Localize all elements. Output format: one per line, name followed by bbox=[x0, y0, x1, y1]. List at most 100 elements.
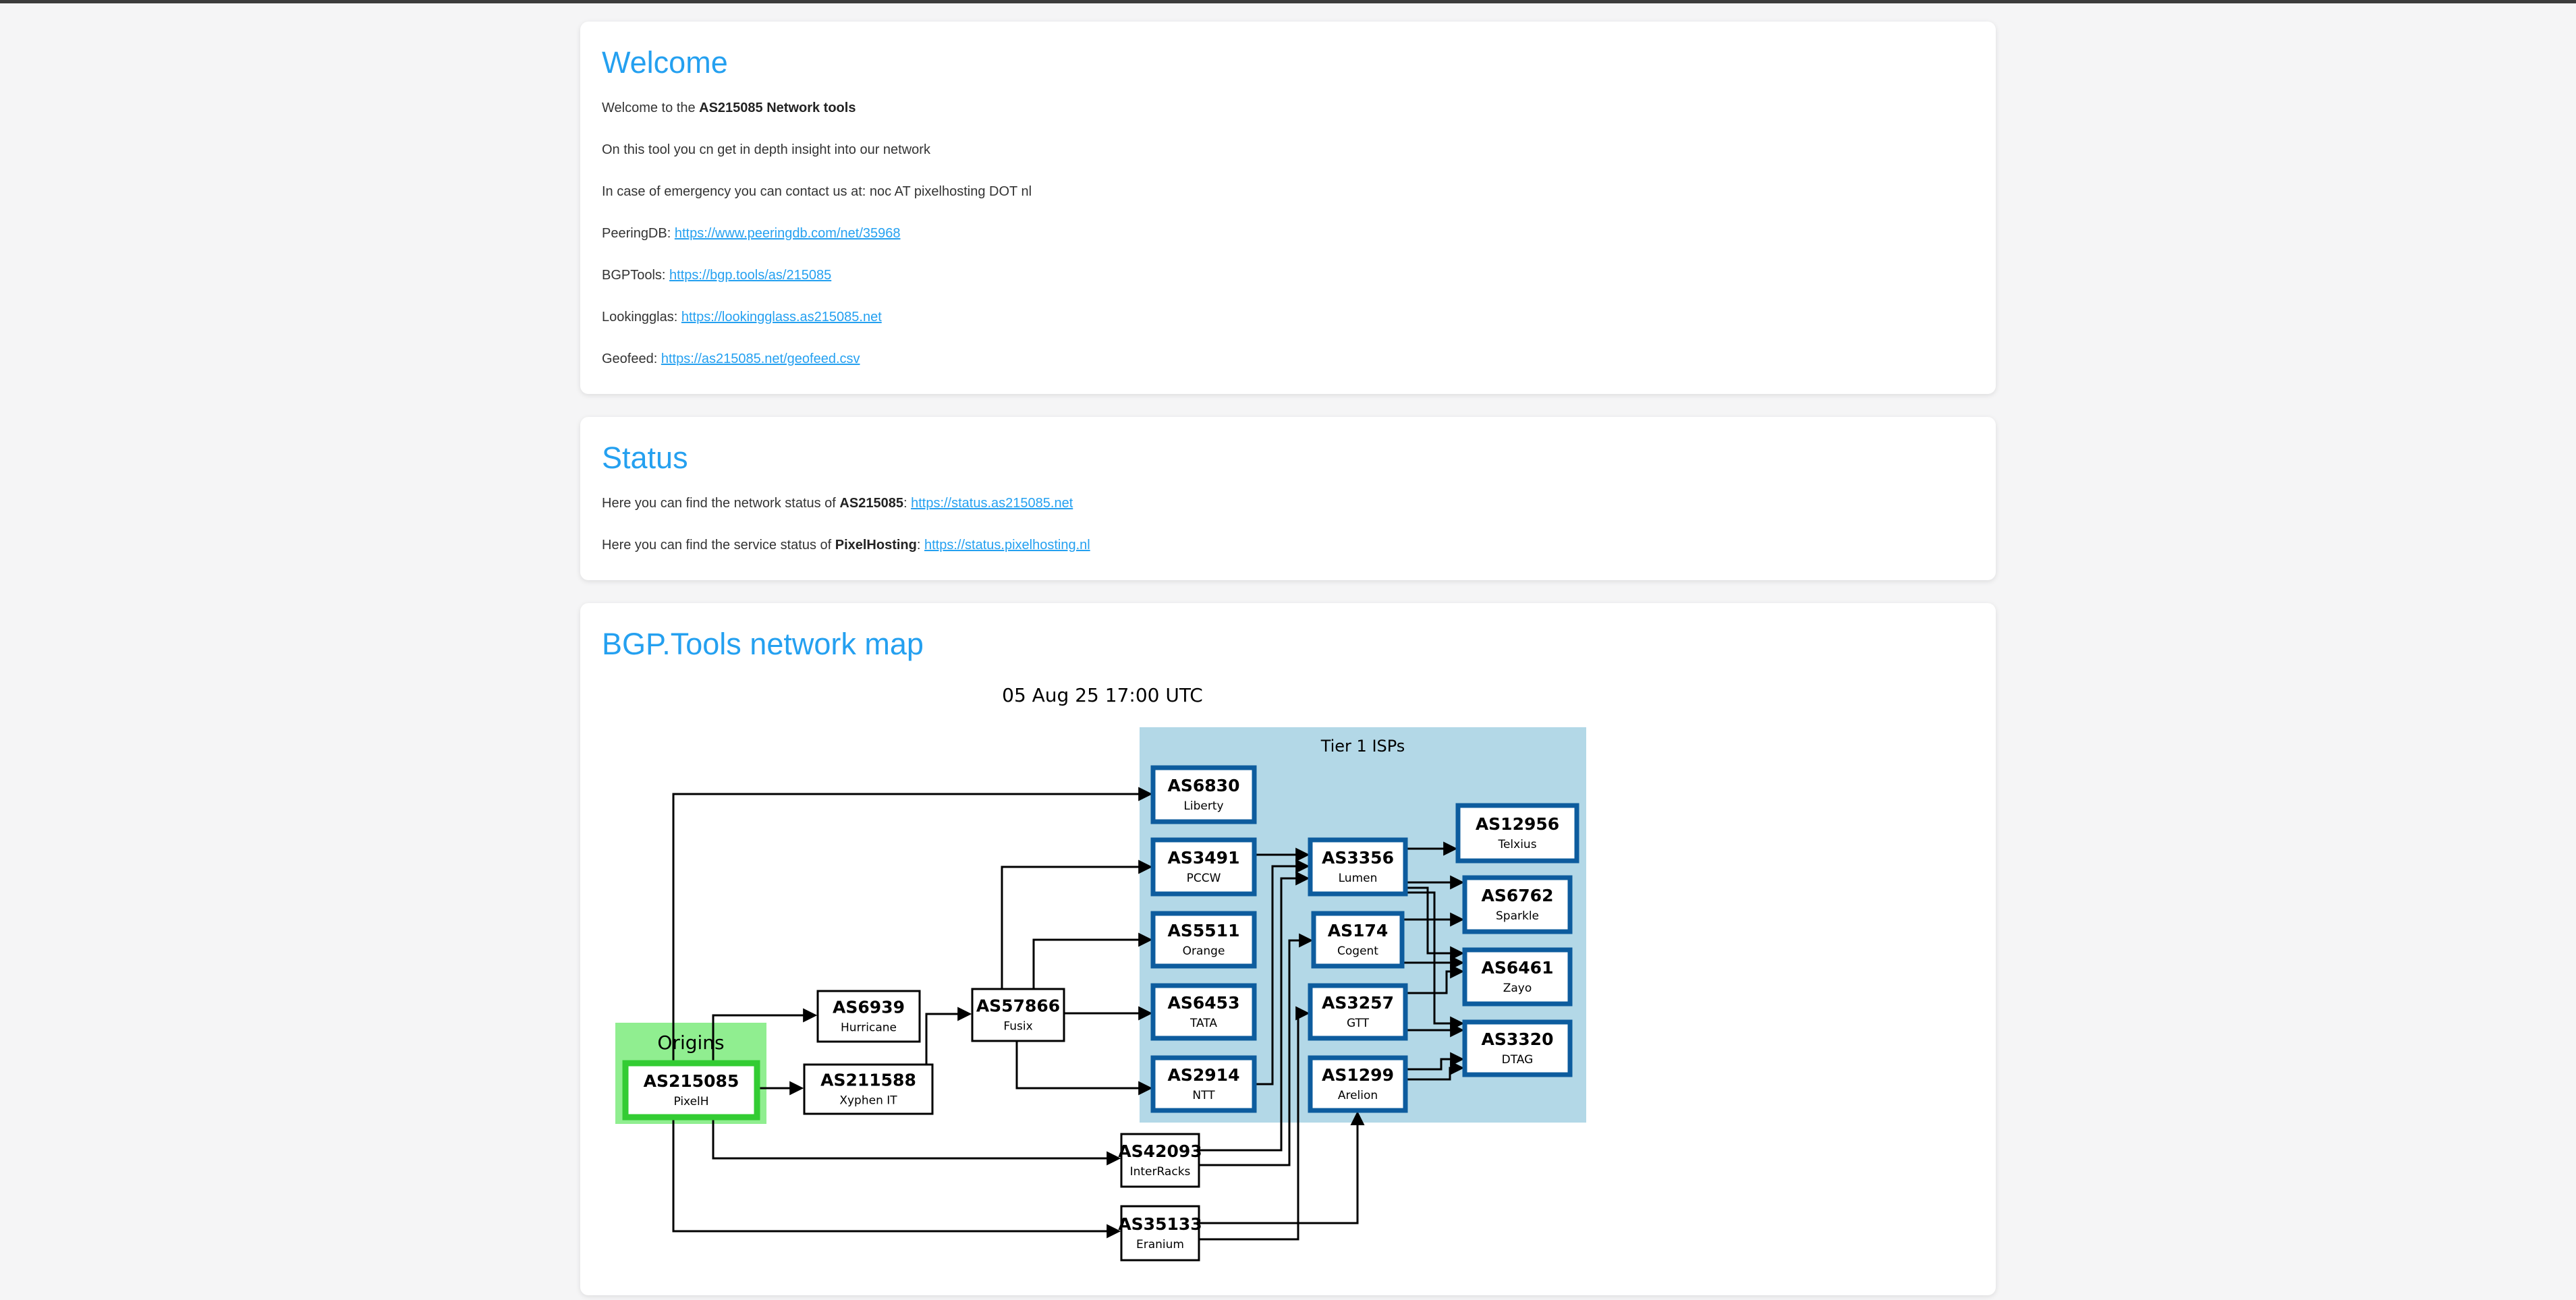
welcome-paragraphs: Welcome to the AS215085 Network tools On … bbox=[602, 100, 1974, 367]
paragraph: Here you can find the network status of … bbox=[602, 495, 1974, 511]
node-org-name: Zayo bbox=[1503, 982, 1532, 995]
node-asn: AS6762 bbox=[1482, 886, 1554, 905]
node-org-name: Fusix bbox=[1003, 1020, 1032, 1034]
node-org-name: Lumen bbox=[1339, 872, 1378, 885]
text: Here you can find the network status of bbox=[602, 496, 839, 511]
text: PeeringDB: bbox=[602, 226, 675, 241]
node-org-name: NTT bbox=[1192, 1089, 1215, 1102]
node-AS3257: AS3257 GTT bbox=[1310, 986, 1405, 1038]
paragraph: PeeringDB: https://www.peeringdb.com/net… bbox=[602, 225, 1974, 242]
link[interactable]: https://lookingglass.as215085.net bbox=[681, 310, 882, 324]
paragraph: BGPTools: https://bgp.tools/as/215085 bbox=[602, 267, 1974, 283]
node-asn: AS6830 bbox=[1168, 776, 1240, 795]
status-title: Status bbox=[602, 440, 1974, 476]
edge-AS57866-to-AS2914 bbox=[1017, 1041, 1150, 1088]
node-asn: AS3257 bbox=[1322, 993, 1394, 1013]
node-asn: AS35133 bbox=[1118, 1214, 1202, 1234]
node-org-name: Telxius bbox=[1497, 838, 1536, 851]
edge-AS57866-to-AS5511 bbox=[1034, 940, 1150, 989]
bold-text: AS215085 bbox=[839, 496, 903, 511]
paragraph: In case of emergency you can contact us … bbox=[602, 183, 1974, 200]
text: Geofeed: bbox=[602, 351, 661, 366]
node-org-name: TATA bbox=[1189, 1017, 1217, 1030]
paragraph: Lookingglas: https://lookingglass.as2150… bbox=[602, 309, 1974, 325]
node-AS1299: AS1299 Arelion bbox=[1310, 1058, 1405, 1110]
top-accent-bar bbox=[0, 0, 2576, 3]
status-paragraphs: Here you can find the network status of … bbox=[602, 495, 1974, 553]
network-map-svg: 05 Aug 25 17:00 UTCTier 1 ISPsOriginsAS2… bbox=[610, 681, 1595, 1265]
link[interactable]: https://bgp.tools/as/215085 bbox=[669, 268, 831, 283]
welcome-card: Welcome Welcome to the AS215085 Network … bbox=[580, 22, 1996, 394]
node-asn: AS5511 bbox=[1168, 921, 1240, 940]
welcome-title: Welcome bbox=[602, 45, 1974, 81]
text: Welcome to the bbox=[602, 101, 699, 115]
link[interactable]: https://as215085.net/geofeed.csv bbox=[661, 351, 860, 366]
node-asn: AS2914 bbox=[1168, 1065, 1240, 1085]
edge-AS57866-to-AS3491 bbox=[1002, 867, 1150, 989]
text: Here you can find the service status of bbox=[602, 538, 835, 553]
node-asn: AS1299 bbox=[1322, 1065, 1394, 1085]
node-AS6461: AS6461 Zayo bbox=[1465, 950, 1570, 1004]
node-AS6453: AS6453 TATA bbox=[1153, 986, 1254, 1038]
node-org-name: GTT bbox=[1347, 1017, 1370, 1030]
text: BGPTools: bbox=[602, 268, 669, 283]
text: : bbox=[917, 538, 924, 553]
node-AS3491: AS3491PCCW bbox=[1153, 840, 1254, 894]
node-org-name: Orange bbox=[1183, 944, 1225, 958]
node-org-name: InterRacks bbox=[1130, 1165, 1191, 1179]
node-asn: AS211588 bbox=[820, 1071, 916, 1090]
node-asn: AS6453 bbox=[1168, 993, 1240, 1013]
node-AS6939: AS6939 Hurricane bbox=[818, 991, 920, 1042]
node-AS211588: AS211588 Xyphen IT bbox=[804, 1065, 932, 1114]
edge-AS215085-to-AS35133 bbox=[673, 1117, 1119, 1231]
node-asn: AS215085 bbox=[644, 1071, 739, 1091]
network-map: 05 Aug 25 17:00 UTCTier 1 ISPsOriginsAS2… bbox=[610, 681, 1974, 1268]
node-AS5511: AS5511 Orange bbox=[1153, 913, 1254, 966]
node-AS3356: AS3356 Lumen bbox=[1310, 840, 1405, 894]
node-asn: AS57866 bbox=[976, 996, 1060, 1016]
node-org-name: Sparkle bbox=[1496, 909, 1539, 923]
link[interactable]: https://status.pixelhosting.nl bbox=[924, 538, 1090, 553]
paragraph: On this tool you cn get in depth insight… bbox=[602, 142, 1974, 158]
node-AS57866: AS57866 Fusix bbox=[972, 989, 1064, 1041]
paragraph: Geofeed: https://as215085.net/geofeed.cs… bbox=[602, 351, 1974, 367]
node-org-name: DTAG bbox=[1502, 1053, 1534, 1067]
node-asn: AS12956 bbox=[1476, 814, 1559, 834]
node-asn: AS3356 bbox=[1322, 848, 1394, 868]
link[interactable]: https://status.as215085.net bbox=[911, 496, 1073, 511]
node-AS215085: AS215085 PixelH bbox=[625, 1063, 757, 1117]
node-AS6830: AS6830 Liberty bbox=[1153, 768, 1254, 822]
map-timestamp: 05 Aug 25 17:00 UTC bbox=[1002, 684, 1203, 706]
text: In case of emergency you can contact us … bbox=[602, 184, 1032, 199]
node-org-name: PixelH bbox=[673, 1095, 708, 1108]
node-org-name: Hurricane bbox=[841, 1021, 897, 1035]
node-AS35133: AS35133 Eranium bbox=[1118, 1206, 1202, 1260]
node-AS3320: AS3320 DTAG bbox=[1465, 1022, 1570, 1075]
paragraph: Here you can find the service status of … bbox=[602, 537, 1974, 553]
node-asn: AS3320 bbox=[1482, 1029, 1554, 1049]
text: : bbox=[903, 496, 911, 511]
node-asn: AS174 bbox=[1328, 921, 1389, 940]
edge-AS35133-to-AS1299 bbox=[1199, 1113, 1357, 1223]
status-card: Status Here you can find the network sta… bbox=[580, 417, 1996, 580]
node-asn: AS3491 bbox=[1168, 848, 1240, 868]
node-org-name: Liberty bbox=[1183, 799, 1223, 813]
bgp-map-card: BGP.Tools network map 05 Aug 25 17:00 UT… bbox=[580, 603, 1996, 1295]
node-org-name: Arelion bbox=[1338, 1089, 1378, 1102]
edge-AS215085-to-AS42093 bbox=[713, 1117, 1119, 1158]
page-container: Welcome Welcome to the AS215085 Network … bbox=[580, 22, 1996, 1295]
node-AS174: AS174Cogent bbox=[1314, 913, 1402, 966]
node-org-name: Eranium bbox=[1136, 1238, 1184, 1251]
bgp-map-title: BGP.Tools network map bbox=[602, 626, 1974, 662]
link[interactable]: https://www.peeringdb.com/net/35968 bbox=[675, 226, 901, 241]
node-org-name: Xyphen IT bbox=[839, 1094, 897, 1108]
node-asn: AS6461 bbox=[1482, 958, 1554, 978]
node-AS2914: AS2914 NTT bbox=[1153, 1058, 1254, 1110]
bold-text: AS215085 Network tools bbox=[699, 101, 856, 115]
node-AS6762: AS6762 Sparkle bbox=[1465, 878, 1570, 932]
node-AS12956: AS12956 Telxius bbox=[1458, 806, 1577, 861]
node-asn: AS6939 bbox=[833, 998, 905, 1017]
node-AS42093: AS42093InterRacks bbox=[1118, 1134, 1202, 1187]
origins-label: Origins bbox=[657, 1031, 724, 1054]
edge-AS211588-to-AS57866 bbox=[926, 1014, 970, 1065]
